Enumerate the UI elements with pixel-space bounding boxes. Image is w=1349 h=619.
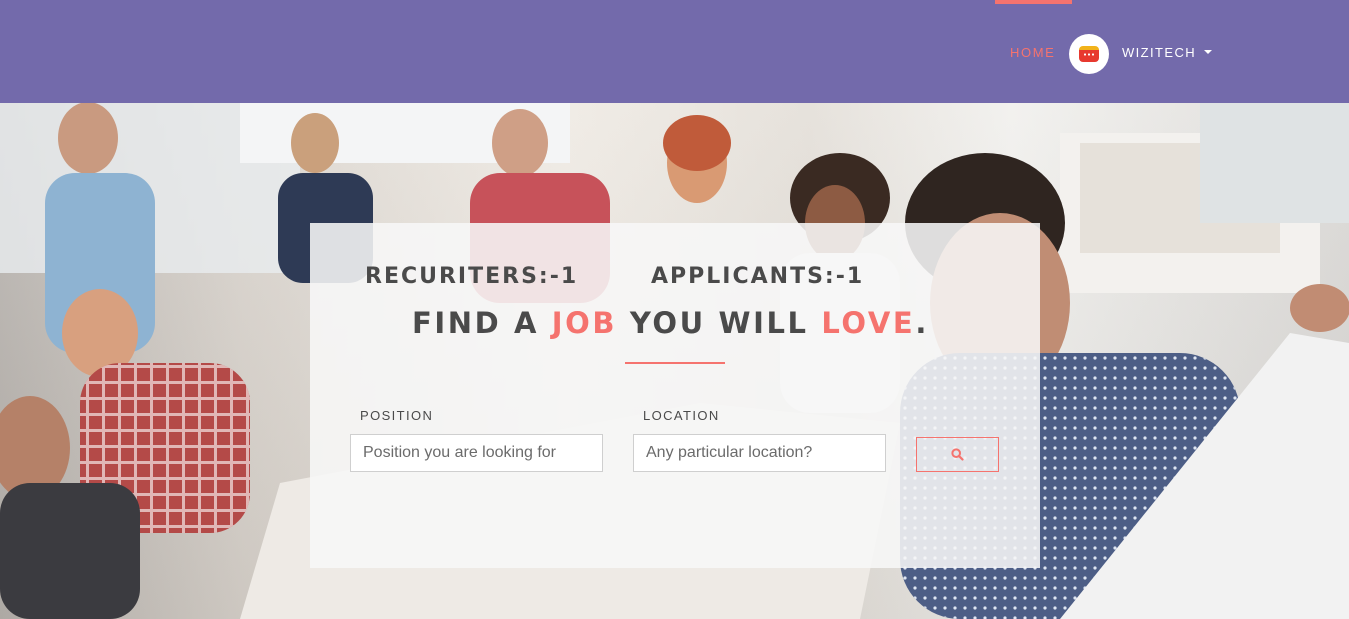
top-navbar: HOME WIZITECH — [0, 0, 1349, 103]
stats-row: RECURITERS:-1 APPLICANTS:-1 — [365, 264, 862, 289]
location-label: LOCATION — [643, 408, 720, 423]
search-button[interactable] — [916, 437, 999, 472]
applicants-count: APPLICANTS:-1 — [651, 264, 865, 289]
caret-down-icon — [1204, 49, 1213, 54]
chat-bubble-icon — [1079, 46, 1099, 62]
position-label: POSITION — [360, 408, 434, 423]
location-input[interactable] — [633, 434, 886, 472]
active-nav-indicator — [995, 0, 1072, 4]
headline-part-3: . — [915, 306, 929, 340]
position-input[interactable] — [350, 434, 603, 472]
headline-divider — [625, 362, 725, 364]
user-name: WIZITECH — [1122, 45, 1197, 60]
headline-part-2: YOU WILL — [617, 306, 822, 340]
nav-home-link[interactable]: HOME — [1010, 45, 1055, 60]
recruiters-count: RECURITERS:-1 — [365, 264, 579, 289]
user-avatar[interactable] — [1069, 34, 1109, 74]
headline-accent-love: LOVE — [821, 306, 916, 340]
search-icon — [951, 448, 964, 461]
user-menu-dropdown[interactable]: WIZITECH — [1122, 45, 1213, 60]
hero-headline: FIND A JOB YOU WILL LOVE. — [412, 306, 929, 340]
headline-accent-job: JOB — [551, 306, 618, 340]
headline-part-1: FIND A — [412, 306, 552, 340]
